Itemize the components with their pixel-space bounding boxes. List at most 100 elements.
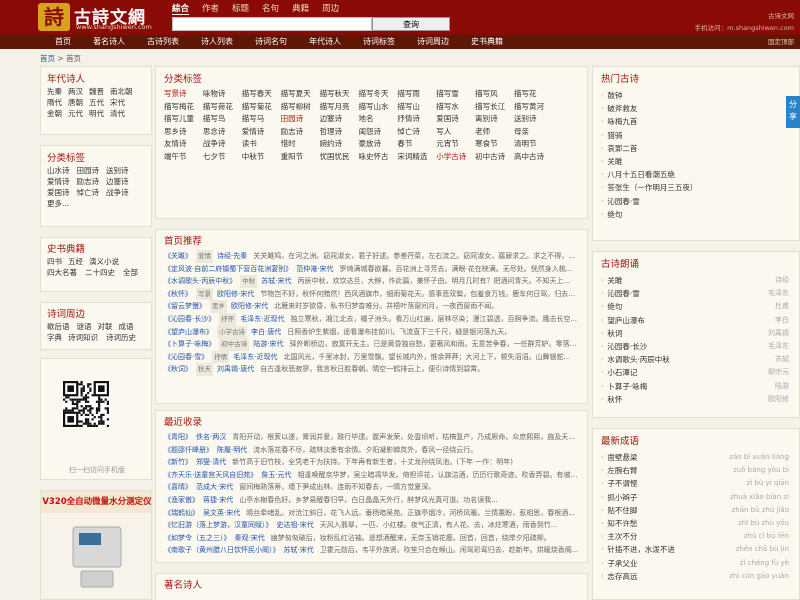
poem-author-link[interactable]: 毛泽东·近现代 [233,351,277,364]
era-link[interactable]: 明代 [89,108,110,119]
idiom-item[interactable]: · 子承父业 zǐ chéng fù yè [601,557,791,570]
hot-poem-link[interactable]: 绝句 [607,210,622,219]
era-link[interactable]: 宋代 [110,97,131,108]
poem-title-link[interactable]: 《题邵仟峰册》 [164,444,213,457]
poem-tag[interactable]: 抒怀 [219,312,237,326]
poem-title-link[interactable]: 《秋怀》 [164,288,192,301]
around-link[interactable]: 歇后语 [47,321,77,332]
poem-title-link[interactable]: 《青阳》 [164,431,192,444]
around-link[interactable]: 字典 [47,332,68,343]
poem-title-link[interactable]: 《如梦令（五之三）》 [164,532,231,545]
hot-poem-item[interactable]: · 绝句 [601,208,791,221]
nav-classics[interactable]: 史书典籍 [471,35,503,49]
classify-link[interactable]: 田园诗 [281,113,320,126]
classify-link[interactable]: 春节 [397,138,436,151]
poem-tag[interactable]: 写景 [196,287,213,301]
classify-link[interactable]: 爱情诗 [242,126,281,139]
category-link[interactable]: 爱情诗 [47,176,77,187]
hot-poem-link[interactable]: 哀郢二首 [607,144,637,153]
hot-poem-link[interactable]: 破斧救友 [607,104,637,113]
classify-link[interactable]: 高中古诗 [514,151,553,164]
era-link[interactable]: 金朝 [47,108,68,119]
classify-link[interactable]: 描写荷花 [203,101,242,114]
classify-link[interactable]: 描写鸟 [203,113,242,126]
hot-poem-item[interactable]: · 关雎 [601,155,791,168]
classify-link[interactable]: 端午节 [164,151,203,164]
idiom-item[interactable]: · 知不许愁 zhī bù zhù yǒu [601,517,791,530]
classify-link[interactable]: 励志诗 [281,126,320,139]
poem-tag[interactable]: 爱情 [196,250,213,263]
classify-link[interactable]: 写景诗 [164,88,203,101]
classify-link[interactable]: 读书 [242,138,281,151]
hot-poem-link[interactable]: 咏梅九首 [607,117,637,126]
search-tab-quote[interactable]: 名句 [262,2,279,15]
nav-famous-poets[interactable]: 著名诗人 [93,35,125,49]
book-link[interactable]: 演义小说 [89,256,127,267]
poem-tag[interactable]: 抒情 [212,350,230,364]
classify-link[interactable]: 地名 [358,113,397,126]
poem-author-link[interactable]: 陈履·明代 [217,444,247,457]
poem-author-link[interactable]: 毛泽东·近现代 [240,313,284,326]
classify-link[interactable]: 友情诗 [164,138,203,151]
idiom-link[interactable]: 主次不分 [607,532,637,541]
hot-poem-link[interactable]: 猎骑 [607,131,622,140]
category-link[interactable]: 爱国诗 [47,187,77,198]
ad-image[interactable] [41,513,152,600]
era-link[interactable]: 五代 [89,97,110,108]
idiom-item[interactable]: · 凿壁悬梁 záo bì xuán liáng [601,451,791,464]
classify-link[interactable]: 思念诗 [203,126,242,139]
classify-link[interactable]: 中秋节 [242,151,281,164]
read-link[interactable]: 卜算子·咏梅 [607,382,647,391]
classify-link[interactable]: 描写山水 [358,101,397,114]
read-item[interactable]: · 绝句 杜甫 [601,300,791,313]
search-tab-title[interactable]: 标题 [232,2,249,15]
book-link[interactable]: 全部 [123,267,144,278]
poem-tag[interactable]: 小学古诗 [217,325,247,339]
read-link[interactable]: 沁园春·雪 [607,289,639,298]
idiom-link[interactable]: 子不谓悭 [607,479,637,488]
poem-title-link[interactable]: 《喜晴》 [164,481,192,494]
read-item[interactable]: · 水调歌头·丙辰中秋 苏轼 [601,353,791,366]
category-link[interactable]: 送别诗 [106,165,136,176]
hot-poem-item[interactable]: · 答张生（一作明月三五夜） [601,181,791,194]
classify-link[interactable]: 描写月亮 [320,101,359,114]
classify-link[interactable]: 边塞诗 [320,113,359,126]
hot-poem-link[interactable]: 答张生（一作明月三五夜） [607,183,697,192]
poem-title-link[interactable]: 《瑞鹤仙》 [164,507,199,520]
era-link[interactable]: 南北朝 [110,86,140,97]
poem-title-link[interactable]: 《水调歌头·丙辰中秋》 [164,275,236,288]
idiom-link[interactable]: 针插不进，水泼不进 [607,545,675,554]
read-item[interactable]: · 沁园春·长沙 毛泽东 [601,340,791,353]
classify-link[interactable]: 离别诗 [475,113,514,126]
nav-poem-list[interactable]: 古诗列表 [147,35,179,49]
share-tab[interactable]: 分享 [786,96,800,128]
read-link[interactable]: 水调歌头·丙辰中秋 [607,355,669,364]
era-link[interactable]: 元代 [68,108,89,119]
poem-author-link[interactable]: 刘禹锡·唐代 [217,363,254,376]
breadcrumb-home[interactable]: 首页 [40,54,55,63]
idiom-link[interactable]: 志存高远 [607,572,637,581]
classify-link[interactable]: 寒食节 [475,138,514,151]
idiom-item[interactable]: · 志存高远 zhì cún gāo yuǎn [601,570,791,583]
category-link[interactable]: 战争诗 [106,187,136,198]
classify-link[interactable]: 描写夏天 [281,88,320,101]
poem-title-link[interactable]: 《定风波·自前二府镇蜀下营百花洲宴别》 [164,263,292,276]
classify-link[interactable]: 描写长江 [475,101,514,114]
around-link[interactable]: 成语 [119,321,140,332]
poem-author-link[interactable]: 欧阳修·宋代 [217,288,254,301]
read-item[interactable]: · 望庐山瀑布 李白 [601,314,791,327]
read-link[interactable]: 小石潭记 [607,368,637,377]
nav-tags[interactable]: 诗词标签 [363,35,395,49]
read-link[interactable]: 望庐山瀑布 [607,316,645,325]
era-link[interactable]: 先秦 [47,86,68,97]
era-link[interactable]: 魏晋 [89,86,110,97]
poem-tag[interactable]: 初中古诗 [219,338,250,351]
classify-link[interactable]: 元宵节 [436,138,475,151]
classify-link[interactable]: 描写春天 [242,88,281,101]
era-link[interactable]: 隋代 [47,97,68,108]
read-link[interactable]: 关雎 [607,276,622,285]
mobile-url[interactable]: 手机访问：m.shangshiwen.com [695,22,794,34]
classify-link[interactable]: 描写雪 [436,88,475,101]
hot-poem-link[interactable]: 沁园春·雪 [607,197,639,206]
classify-link[interactable]: 老师 [475,126,514,139]
